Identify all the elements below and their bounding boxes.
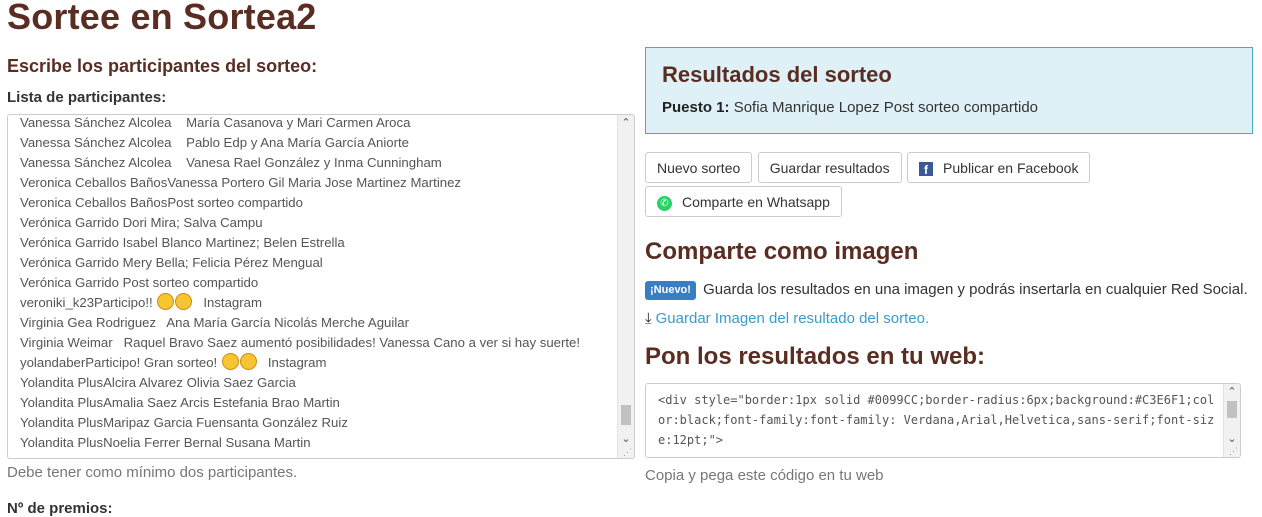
resize-grip-icon[interactable]: ⋰ [623,448,632,457]
results-panel: Resultados del sorteo Puesto 1: Sofia Ma… [645,47,1253,134]
participant-line: Yolandita PlusAlcira Alvarez Olivia Saez… [20,375,296,390]
scroll-down-icon[interactable]: ⌄ [618,431,634,447]
participant-line: Verónica Garrido Isabel Blanco Martinez;… [20,235,345,250]
participant-line: Yolandita PlusAmalia Saez Arcis Estefani… [20,395,340,410]
whatsapp-actions: ✆ Comparte en Whatsapp [645,186,1253,219]
participant-text: veroniki_k23Participo!! [20,295,157,310]
emoji-icon [175,293,193,310]
scroll-down-icon[interactable]: ⌄ [1224,431,1240,447]
scroll-up-icon[interactable]: ⌃ [618,115,634,131]
participant-line: Vanessa Sánchez Alcolea Vanesa Rael Gonz… [20,155,442,170]
result-actions: Nuevo sorteo Guardar resultados f Publica… [645,152,1253,184]
new-draw-button[interactable]: Nuevo sorteo [645,152,753,183]
emoji-icon [221,353,239,370]
participant-line: Yolandita PlusNoelia Ferrer Bernal Susan… [20,435,311,450]
facebook-share-button[interactable]: f Publicar en Facebook [907,152,1091,183]
winner-name: Sofia Manrique Lopez Post sorteo compart… [733,99,1039,116]
copy-code-text: Copia y pega este código en tu web [645,467,884,484]
emoji-icon [239,353,257,370]
resize-grip-icon[interactable]: ⋰ [1229,447,1238,456]
web-results-title: Pon los resultados en tu web: [645,343,986,370]
participant-line: Virginia Gea Rodriguez Ana María García … [20,315,409,330]
embed-code-textarea[interactable]: <div style="border:1px solid #0099CC;bor… [645,383,1241,458]
participant-line: yolandaberParticipo! Gran sorteo! Instag… [20,353,615,373]
participants-list-label: Lista de participantes: [7,89,167,106]
facebook-icon: f [919,162,934,177]
participant-line: Verónica Garrido Mery Bella; Felicia Pér… [20,255,323,270]
save-image-link-label: Guardar Imagen del resultado del sorteo. [655,310,930,327]
instagram-source: Instagram [267,355,327,370]
instagram-source: Instagram [203,295,262,310]
share-image-description: ¡Nuevo! Guarda los resultados en una ima… [645,278,1253,301]
participant-line: Virginia Weimar Raquel Bravo Saez aument… [20,335,581,350]
participants-subtitle: Escribe los participantes del sorteo: [7,56,318,76]
download-icon: ⤓ [645,310,652,327]
participant-line: Yolandita PlusMaripaz Garcia Fuensanta G… [20,415,348,430]
participant-line: Veronica Ceballos BañosPost sorteo compa… [20,195,303,210]
participant-line: Verónica Garrido Dori Mira; Salva Campu [20,215,263,230]
participant-line: Vanessa Sánchez Alcolea Pablo Edp y Ana … [20,135,410,150]
save-image-link[interactable]: ⤓ Guardar Imagen del resultado del sorteo… [645,310,1253,327]
participant-line: Vanessa Sánchez Alcolea María Casanova y… [20,115,411,130]
scroll-thumb[interactable] [1227,401,1237,418]
participant-text: yolandaberParticipo! Gran sorteo! [20,355,221,370]
participants-section: Escribe los participantes del sorteo: Li… [7,56,635,517]
participants-textarea[interactable]: Vanessa Sánchez Alcolea María Casanova y… [7,114,635,459]
embed-code: <div style="border:1px solid #0099CC;bor… [658,393,1215,447]
share-image-title: Comparte como imagen [645,238,919,265]
participant-line: Verónica Garrido Post sorteo compartido [20,275,259,290]
participant-line: veroniki_k23Participo!! Instagram [20,293,615,313]
participant-line: Veronica Ceballos BañosVanessa Portero G… [20,175,462,190]
participants-lines: Vanessa Sánchez Alcolea María Casanova y… [20,115,615,453]
facebook-button-label: Publicar en Facebook [943,160,1079,176]
results-title: Resultados del sorteo [662,62,892,87]
scroll-thumb[interactable] [621,405,631,425]
emoji-icon [157,293,175,310]
participants-help-text: Debe tener como mínimo dos participantes… [7,464,298,481]
new-badge: ¡Nuevo! [645,281,696,300]
prizes-label: Nº de premios: [7,500,113,517]
share-image-text: Guarda los resultados en una imagen y po… [703,281,1248,298]
page-title: Sortee en Sortea2 [7,0,317,37]
participants-scrollbar[interactable]: ⌃ ⌄ [617,115,634,458]
scroll-up-icon[interactable]: ⌃ [1224,384,1240,400]
whatsapp-share-button[interactable]: ✆ Comparte en Whatsapp [645,186,842,217]
whatsapp-icon: ✆ [657,196,672,211]
position-label: Puesto 1: [662,99,730,116]
save-results-button[interactable]: Guardar resultados [757,152,902,183]
winner-line: Puesto 1: Sofia Manrique Lopez Post sort… [662,99,1038,116]
results-column: Resultados del sorteo Puesto 1: Sofia Ma… [645,47,1253,484]
whatsapp-button-label: Comparte en Whatsapp [682,194,830,210]
